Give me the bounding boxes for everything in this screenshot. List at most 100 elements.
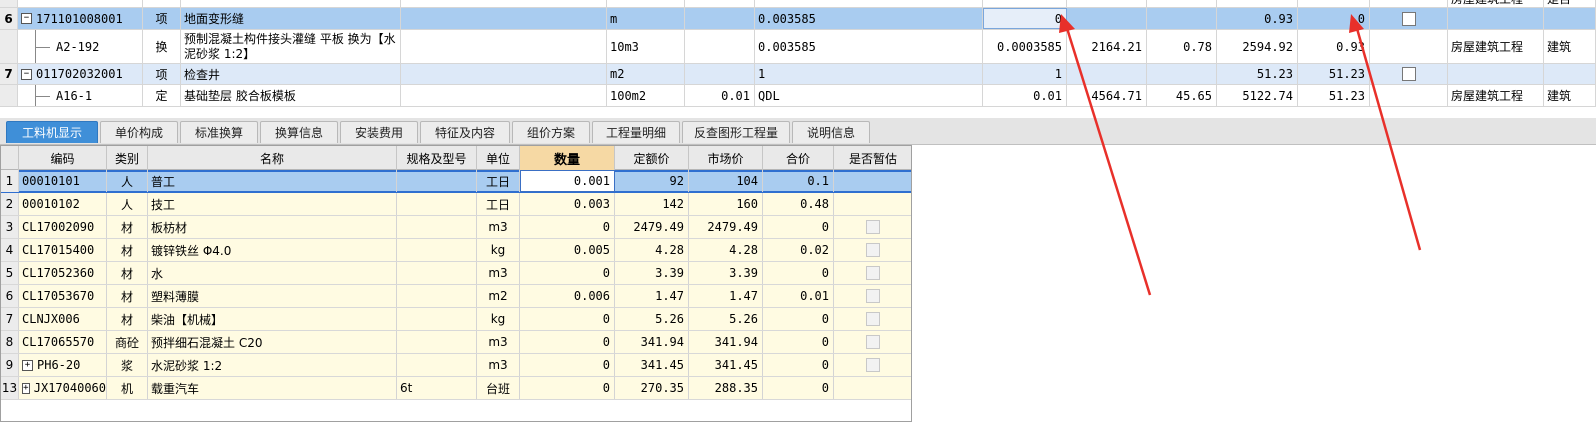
- material-cell-qty[interactable]: 0.003: [520, 193, 615, 215]
- quota-cell-c9[interactable]: 0.01: [983, 85, 1067, 106]
- quota-cell-work[interactable]: QDL: [755, 85, 983, 106]
- material-cell-qty[interactable]: 0.006: [520, 285, 615, 307]
- material-cell-total[interactable]: 0.48: [763, 193, 834, 215]
- material-cell-qty[interactable]: 0: [520, 331, 615, 353]
- quota-cell-work[interactable]: 0.003585: [755, 30, 983, 63]
- material-cell-price[interactable]: 270.35: [615, 377, 689, 399]
- material-cell-total[interactable]: 0: [763, 308, 834, 330]
- material-cell-est[interactable]: [834, 285, 911, 307]
- material-cell-total[interactable]: 0: [763, 262, 834, 284]
- estimate-checkbox[interactable]: [866, 358, 880, 372]
- quota-cell-c16[interactable]: [1544, 64, 1596, 84]
- quota-cell-unit[interactable]: 100m2: [607, 85, 685, 106]
- estimate-checkbox[interactable]: [866, 289, 880, 303]
- material-cell-market[interactable]: 341.94: [689, 331, 763, 353]
- quota-cell-c10[interactable]: [1067, 8, 1147, 29]
- material-cell-market[interactable]: 341.45: [689, 354, 763, 376]
- estimate-checkbox[interactable]: [1401, 67, 1416, 81]
- quota-cell-c9[interactable]: 0.0003585: [983, 30, 1067, 63]
- quota-cell-c15[interactable]: [1448, 64, 1544, 84]
- material-cell-est[interactable]: [834, 262, 911, 284]
- tab-8[interactable]: 反查图形工程量: [682, 121, 790, 143]
- expand-icon[interactable]: +: [22, 382, 30, 394]
- material-row[interactable]: 8 CL17065570 商砼 预拌细石混凝土 C20 m3 0 341.94 341.94 0: [1, 331, 911, 354]
- quota-cell-type[interactable]: 换: [143, 30, 181, 63]
- quota-cell-name[interactable]: 预制混凝土构件接头灌缝 平板 换为【水泥砂浆 1:2】: [181, 30, 401, 63]
- material-cell-spec[interactable]: [397, 193, 477, 215]
- quota-cell-c14[interactable]: [1370, 0, 1448, 7]
- quota-row-r6[interactable]: 6−171101008001 项地面变形缝 m 0.003585 0 0.93 0: [0, 8, 1596, 30]
- material-cell-price[interactable]: 4.28: [615, 239, 689, 261]
- material-row[interactable]: 5 CL17052360 材 水 m3 0 3.39 3.39 0: [1, 262, 911, 285]
- material-cell-spec[interactable]: [397, 239, 477, 261]
- material-cell-code[interactable]: CL17002090: [19, 216, 107, 238]
- material-cell-unit[interactable]: m3: [477, 331, 520, 353]
- quota-cell-c15[interactable]: [1448, 8, 1544, 29]
- quota-cell-code[interactable]: [18, 0, 143, 7]
- material-cell-cat[interactable]: 人: [107, 193, 148, 215]
- material-cell-price[interactable]: 341.45: [615, 354, 689, 376]
- quota-cell-c14[interactable]: [1370, 85, 1448, 106]
- quota-cell-c13[interactable]: 0: [1298, 8, 1370, 29]
- material-cell-price[interactable]: 92: [615, 170, 689, 192]
- material-cell-total[interactable]: 0: [763, 331, 834, 353]
- material-cell-market[interactable]: 288.35: [689, 377, 763, 399]
- material-cell-spec[interactable]: [397, 216, 477, 238]
- material-row[interactable]: 1 00010101 人 普工 工日 0.001 92 104 0.1: [1, 170, 911, 193]
- material-cell-market[interactable]: 104: [689, 170, 763, 192]
- quota-cell-c12[interactable]: 2594.92: [1217, 30, 1298, 63]
- header-qty[interactable]: 数量: [520, 146, 615, 170]
- quota-cell-c10[interactable]: 2164.21: [1067, 30, 1147, 63]
- header-total[interactable]: 合价: [763, 146, 834, 170]
- material-cell-cat[interactable]: 材: [107, 216, 148, 238]
- material-cell-cat[interactable]: 机: [107, 377, 148, 399]
- material-cell-cat[interactable]: 商砼: [107, 331, 148, 353]
- material-cell-est[interactable]: [834, 193, 911, 215]
- material-cell-market[interactable]: 1.47: [689, 285, 763, 307]
- quota-row-r6b[interactable]: A2-192 换 预制混凝土构件接头灌缝 平板 换为【水泥砂浆 1:2】 10m3 0.…: [0, 30, 1596, 64]
- quota-row-r7b[interactable]: A16-1 定 基础垫层 胶合板模板 100m2 0.01 QDL 0.01 4564.71 4…: [0, 85, 1596, 107]
- quota-cell-unit[interactable]: 10m3: [607, 30, 685, 63]
- quota-cell-type[interactable]: 项: [143, 64, 181, 84]
- material-cell-unit[interactable]: kg: [477, 239, 520, 261]
- material-cell-code[interactable]: 00010101: [19, 170, 107, 192]
- material-cell-spec[interactable]: [397, 354, 477, 376]
- quota-cell-c13[interactable]: 51.23: [1298, 85, 1370, 106]
- material-cell-unit[interactable]: m2: [477, 285, 520, 307]
- material-cell-unit[interactable]: 工日: [477, 170, 520, 192]
- quota-cell-c14[interactable]: [1370, 64, 1448, 84]
- material-cell-qty[interactable]: 0.001: [520, 170, 615, 192]
- estimate-checkbox[interactable]: [866, 266, 880, 280]
- material-cell-total[interactable]: 0: [763, 216, 834, 238]
- material-cell-price[interactable]: 142: [615, 193, 689, 215]
- material-cell-cat[interactable]: 材: [107, 285, 148, 307]
- quota-cell-code[interactable]: A16-1: [18, 85, 143, 106]
- material-cell-total[interactable]: 0.02: [763, 239, 834, 261]
- material-cell-est[interactable]: [834, 216, 911, 238]
- material-cell-code[interactable]: + PH6-20: [19, 354, 107, 376]
- material-cell-code[interactable]: CL17053670: [19, 285, 107, 307]
- quota-cell-unit[interactable]: m: [607, 8, 685, 29]
- material-cell-code[interactable]: CL17052360: [19, 262, 107, 284]
- material-cell-code[interactable]: CL17065570: [19, 331, 107, 353]
- material-row[interactable]: 3 CL17002090 材 板枋材 m3 0 2479.49 2479.49 0: [1, 216, 911, 239]
- material-cell-market[interactable]: 160: [689, 193, 763, 215]
- material-cell-cat[interactable]: 材: [107, 308, 148, 330]
- material-cell-spec[interactable]: [397, 170, 477, 192]
- material-cell-name[interactable]: 水: [148, 262, 397, 284]
- material-cell-est[interactable]: [834, 354, 911, 376]
- material-cell-cat[interactable]: 材: [107, 239, 148, 261]
- material-cell-market[interactable]: 3.39: [689, 262, 763, 284]
- quota-cell-c9[interactable]: 0: [983, 8, 1067, 29]
- material-cell-name[interactable]: 预拌细石混凝土 C20: [148, 331, 397, 353]
- quota-row-r7[interactable]: 7−011702032001 项检查井 m2 1 1 51.23 51.23: [0, 64, 1596, 85]
- material-cell-qty[interactable]: 0: [520, 377, 615, 399]
- material-cell-spec[interactable]: [397, 262, 477, 284]
- estimate-checkbox[interactable]: [866, 335, 880, 349]
- quota-cell-c11[interactable]: 45.65: [1147, 85, 1217, 106]
- material-cell-est[interactable]: [834, 331, 911, 353]
- material-cell-market[interactable]: 5.26: [689, 308, 763, 330]
- material-cell-price[interactable]: 5.26: [615, 308, 689, 330]
- tab-2[interactable]: 标准换算: [180, 121, 258, 143]
- quota-cell-name[interactable]: 检查井: [181, 64, 401, 84]
